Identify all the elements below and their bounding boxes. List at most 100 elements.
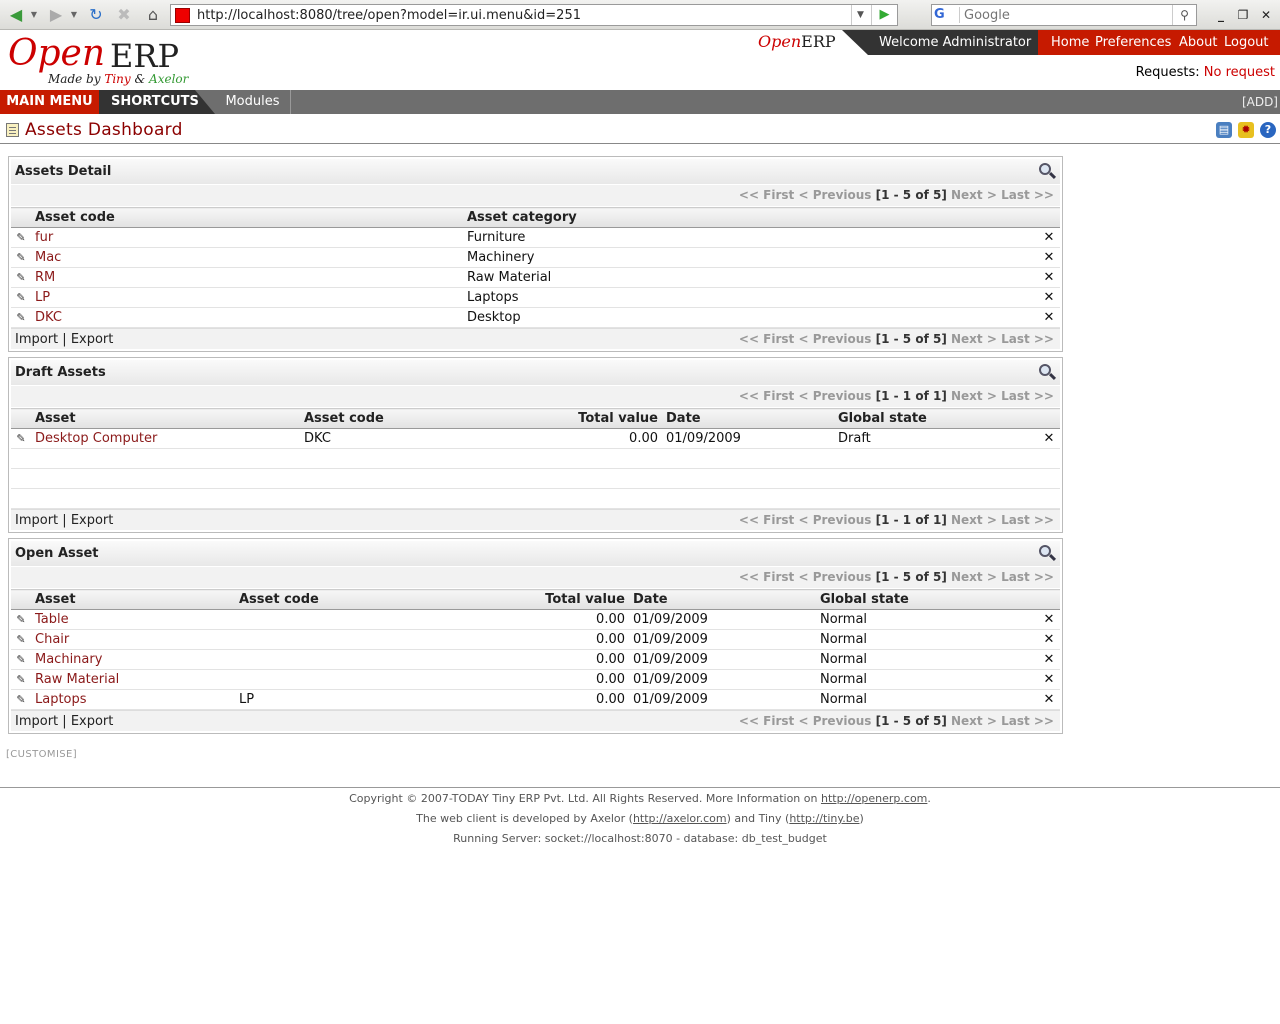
stop-icon[interactable]: ✖ [114,5,134,25]
openerp-link[interactable]: http://openerp.com [821,792,927,805]
pager-previous[interactable]: < Previous [798,188,871,202]
back-history-chevron-icon[interactable]: ▼ [28,5,40,25]
add-shortcut-link[interactable]: [ADD] [1242,90,1278,114]
delete-icon[interactable]: ✕ [1038,227,1060,248]
delete-icon[interactable]: ✕ [1038,629,1060,650]
edit-icon[interactable]: ✎ [11,227,31,248]
restore-icon[interactable]: ❐ [1234,6,1252,24]
column-header[interactable]: Asset [31,589,235,610]
requests-value[interactable]: No request [1204,65,1275,80]
column-header[interactable]: Total value [500,408,662,429]
table-row[interactable]: ✎ Mac Machinery ✕ [11,247,1060,268]
pager-next[interactable]: Next > [951,714,997,728]
pager-next[interactable]: Next > [951,188,997,202]
new-icon[interactable]: ✹ [1238,122,1254,138]
pager-last[interactable]: Last >> [1001,188,1054,202]
go-icon[interactable]: ▶ [871,5,897,25]
edit-icon[interactable]: ✎ [11,629,31,650]
help-icon[interactable]: ? [1260,122,1276,138]
asset-link[interactable]: Table [35,612,69,627]
pager-previous[interactable]: < Previous [798,332,871,346]
address-text[interactable]: http://localhost:8080/tree/open?model=ir… [197,8,581,23]
axelor-link[interactable]: http://axelor.com [633,812,727,825]
search-engine-icon[interactable]: G [934,7,960,23]
pager-previous[interactable]: < Previous [798,389,871,403]
delete-icon[interactable]: ✕ [1038,287,1060,308]
table-row[interactable]: ✎ Laptops LP 0.00 01/09/2009 Normal ✕ [11,689,1060,710]
about-link[interactable]: About [1179,35,1217,50]
import-link[interactable]: Import [15,714,58,729]
pager-first[interactable]: << First [739,389,794,403]
table-row[interactable]: ✎ Raw Material 0.00 01/09/2009 Normal ✕ [11,669,1060,690]
column-header[interactable]: Total value [435,589,629,610]
delete-icon[interactable]: ✕ [1038,428,1060,449]
pager-next[interactable]: Next > [951,332,997,346]
pager-next[interactable]: Next > [951,570,997,584]
table-row[interactable]: ✎ DKC Desktop ✕ [11,307,1060,328]
search-icon[interactable]: ⚲ [1172,5,1196,25]
pager-last[interactable]: Last >> [1001,389,1054,403]
column-header[interactable]: Asset [31,408,300,429]
shortcuts-button[interactable]: SHORTCUTS [99,90,215,114]
edit-icon[interactable]: ✎ [11,649,31,670]
export-link[interactable]: Export [71,332,114,347]
column-header[interactable]: Date [629,589,816,610]
pager-last[interactable]: Last >> [1001,513,1054,527]
asset-link[interactable]: Machinary [35,652,102,667]
asset-code-link[interactable]: Mac [35,250,61,265]
export-link[interactable]: Export [71,513,114,528]
main-menu-button[interactable]: MAIN MENU [0,90,99,114]
zoom-icon[interactable] [1039,364,1057,381]
edit-icon[interactable]: ✎ [11,287,31,308]
pager-last[interactable]: Last >> [1001,714,1054,728]
delete-icon[interactable]: ✕ [1038,689,1060,710]
delete-icon[interactable]: ✕ [1038,247,1060,268]
table-row[interactable]: ✎ fur Furniture ✕ [11,227,1060,248]
browser-search-box[interactable]: G ⚲ [931,4,1197,26]
zoom-icon[interactable] [1039,163,1057,180]
reload-icon[interactable]: ↻ [86,5,106,25]
minimize-icon[interactable]: _ [1212,6,1230,24]
column-header[interactable]: Global state [834,408,1038,429]
column-header[interactable]: Asset code [235,589,435,610]
edit-icon[interactable]: ✎ [11,689,31,710]
zoom-icon[interactable] [1039,545,1057,562]
search-input[interactable] [964,7,1170,23]
column-header[interactable]: Global state [816,589,1038,610]
delete-icon[interactable]: ✕ [1038,669,1060,690]
pager-first[interactable]: << First [739,570,794,584]
edit-icon[interactable]: ✎ [11,247,31,268]
edit-icon[interactable]: ✎ [11,609,31,630]
pager-first[interactable]: << First [739,188,794,202]
pager-next[interactable]: Next > [951,389,997,403]
pager-first[interactable]: << First [739,332,794,346]
calendar-icon[interactable]: ▤ [1216,122,1232,138]
tiny-link[interactable]: http://tiny.be [789,812,859,825]
edit-icon[interactable]: ✎ [11,307,31,328]
table-row[interactable]: ✎ LP Laptops ✕ [11,287,1060,308]
asset-link[interactable]: Chair [35,632,69,647]
edit-icon[interactable]: ✎ [11,428,31,449]
export-link[interactable]: Export [71,714,114,729]
logout-link[interactable]: Logout [1224,35,1269,50]
asset-code-link[interactable]: DKC [35,310,62,325]
home-icon[interactable]: ⌂ [142,5,164,25]
asset-link[interactable]: Laptops [35,692,87,707]
edit-icon[interactable]: ✎ [11,669,31,690]
table-row[interactable]: ✎ Machinary 0.00 01/09/2009 Normal ✕ [11,649,1060,670]
forward-history-chevron-icon[interactable]: ▼ [68,5,80,25]
table-row[interactable]: ✎ RM Raw Material ✕ [11,267,1060,288]
asset-code-link[interactable]: RM [35,270,55,285]
address-dropdown-icon[interactable]: ▼ [851,5,869,25]
pager-first[interactable]: << First [739,714,794,728]
pager-previous[interactable]: < Previous [798,714,871,728]
edit-icon[interactable]: ✎ [11,267,31,288]
column-header[interactable]: Asset category [463,207,1038,228]
asset-code-link[interactable]: LP [35,290,50,305]
home-link[interactable]: Home [1051,35,1089,50]
close-window-icon[interactable]: ✕ [1257,6,1275,24]
customise-link[interactable]: [CUSTOMISE] [6,749,77,760]
delete-icon[interactable]: ✕ [1038,649,1060,670]
table-row[interactable]: ✎ Table 0.00 01/09/2009 Normal ✕ [11,609,1060,630]
delete-icon[interactable]: ✕ [1038,609,1060,630]
